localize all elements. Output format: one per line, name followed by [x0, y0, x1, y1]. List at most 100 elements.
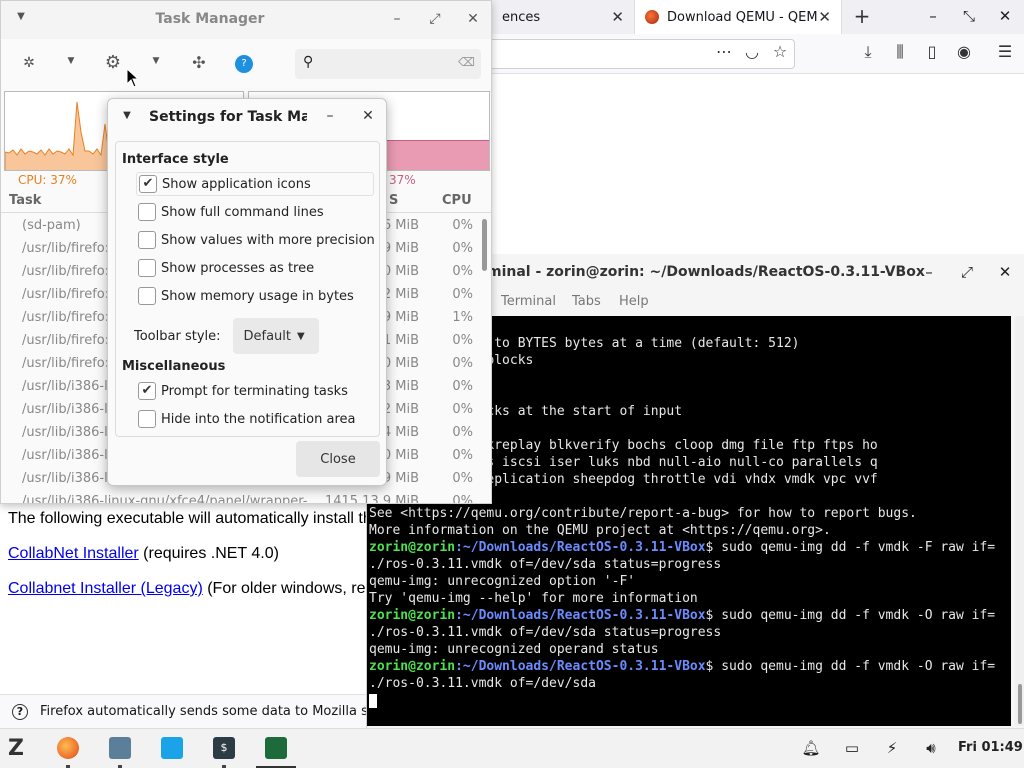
settings-checkbox[interactable]: Show processes as tree: [138, 256, 314, 280]
notification-bell-icon[interactable]: 🔔︎: [801, 739, 821, 757]
clock[interactable]: Fri 01:49: [958, 740, 1023, 755]
gear-icon[interactable]: ⚙: [103, 52, 123, 73]
page-actions-icon[interactable]: ⋯: [713, 42, 735, 61]
menu-terminal[interactable]: Terminal: [501, 294, 556, 309]
mouse-pointer-icon: [126, 68, 138, 88]
task-manager-toolbar: ✲ ▼ ⚙ ▼ ✣ ? ⚲ ⌫: [1, 39, 491, 89]
chevron-down-icon[interactable]: ▼: [146, 56, 166, 66]
column-rss[interactable]: S: [389, 193, 398, 208]
checkbox[interactable]: [138, 231, 156, 249]
new-tab-button[interactable]: +: [850, 4, 874, 28]
checkbox[interactable]: ✔: [138, 382, 156, 400]
menu-tabs[interactable]: Tabs: [572, 294, 601, 309]
checkbox[interactable]: [138, 287, 156, 305]
menu-icon[interactable]: ☰: [994, 42, 1016, 61]
settings-title-bar[interactable]: ▼ Settings for Task Manager – ✕: [108, 99, 386, 135]
close-icon[interactable]: ✕: [611, 8, 624, 26]
prompt-user: zorin@zorin: [369, 608, 456, 623]
settings-checkbox[interactable]: Show full command lines: [138, 200, 324, 224]
settings-checkbox[interactable]: Hide into the notification area: [138, 407, 356, 431]
page-line-legacy: Collabnet Installer (Legacy) (For older …: [8, 580, 365, 598]
settings-checkbox[interactable]: Show values with more precision: [138, 228, 375, 252]
settings-checkbox[interactable]: ✔ Show application icons: [136, 172, 374, 196]
crosshair-icon[interactable]: ✣: [189, 53, 209, 72]
downloads-icon[interactable]: ⤓: [857, 42, 879, 62]
pocket-icon[interactable]: ◡: [741, 42, 763, 61]
close-icon[interactable]: ✕: [818, 8, 831, 26]
task-name: /usr/lib/firefo:: [22, 310, 110, 325]
account-icon[interactable]: ◉: [953, 42, 975, 61]
workspace-icon[interactable]: ▭: [842, 739, 862, 757]
search-icon: ⚲: [303, 54, 314, 70]
section-miscellaneous: Miscellaneous: [122, 359, 226, 374]
maximize-icon[interactable]: ⤢: [425, 11, 445, 27]
close-icon[interactable]: ✕: [995, 263, 1015, 281]
settings-checkbox[interactable]: Show memory usage in bytes: [138, 284, 354, 308]
settings-checkbox[interactable]: ✔ Prompt for terminating tasks: [138, 379, 348, 403]
restore-icon[interactable]: ⤡: [959, 7, 979, 25]
checkbox[interactable]: [138, 410, 156, 428]
close-icon[interactable]: ✕: [358, 108, 378, 124]
collabnet-installer-link[interactable]: CollabNet Installer: [8, 545, 139, 562]
cpu-value: 0%: [452, 241, 473, 256]
settings-dialog: ▼ Settings for Task Manager – ✕ Interfac…: [107, 98, 387, 486]
checkbox-label: Show processes as tree: [161, 260, 315, 276]
prompt-user: zorin@zorin: [369, 540, 456, 555]
terminal-line: [367, 692, 1011, 709]
scrollbar-thumb[interactable]: [482, 219, 487, 271]
checkbox-label: Prompt for terminating tasks: [161, 383, 348, 399]
minimize-icon[interactable]: –: [923, 7, 943, 25]
software-store-icon[interactable]: [161, 737, 183, 759]
column-cpu[interactable]: CPU: [442, 193, 472, 208]
close-icon[interactable]: ✕: [463, 11, 483, 27]
help-icon[interactable]: ?: [235, 55, 253, 73]
minimize-icon[interactable]: –: [387, 11, 407, 27]
process-options-icon[interactable]: ✲: [19, 55, 39, 71]
scrollbar-thumb[interactable]: [1018, 684, 1022, 724]
checkbox[interactable]: ✔: [139, 175, 157, 193]
column-task[interactable]: Task: [9, 193, 41, 208]
task-manager-icon[interactable]: [265, 737, 287, 759]
power-icon[interactable]: ⚡: [882, 739, 902, 757]
dialog-title: Settings for Task Manager: [149, 109, 307, 125]
toolbar-style-select[interactable]: Default ▼: [232, 318, 319, 354]
cpu-value: 0%: [452, 287, 473, 302]
close-button[interactable]: Close: [296, 441, 380, 477]
command-text: $ sudo qemu-img dd -f vmdk -F raw if=: [705, 540, 996, 555]
bookmark-star-icon[interactable]: ☆: [769, 42, 791, 61]
tab-label: Download QEMU - QEM: [667, 9, 817, 25]
cpu-value: 0%: [452, 356, 473, 371]
search-input[interactable]: ⚲ ⌫: [295, 49, 481, 79]
terminal-scrollbar[interactable]: [1015, 316, 1024, 726]
sidebar-icon[interactable]: ▯: [921, 42, 943, 61]
library-icon[interactable]: ⫼: [889, 42, 911, 62]
task-manager-title-bar[interactable]: ▼ Task Manager – ⤢ ✕: [1, 1, 491, 39]
firefox-icon[interactable]: [57, 737, 79, 759]
window-menu-icon[interactable]: ▼: [117, 110, 137, 121]
minimize-icon[interactable]: –: [919, 263, 939, 281]
volume-icon[interactable]: 🔊︎: [921, 739, 941, 757]
zorin-menu-icon[interactable]: Z: [8, 736, 24, 761]
task-name: /usr/lib/firefo:: [22, 241, 110, 256]
cpu-value: 0%: [452, 264, 473, 279]
maximize-icon[interactable]: ⤢: [957, 263, 977, 281]
terminal-line: ./ros-0.3.11.vmdk of=/dev/sda: [369, 676, 596, 691]
close-icon[interactable]: ✕: [995, 7, 1015, 25]
tab-preferences[interactable]: ences ✕: [492, 0, 634, 34]
clear-search-icon[interactable]: ⌫: [458, 55, 475, 69]
menu-help[interactable]: Help: [619, 294, 649, 309]
checkbox[interactable]: [138, 259, 156, 277]
cpu-usage-label: CPU: 37%: [18, 173, 77, 187]
cpu-value: 0%: [452, 425, 473, 440]
chevron-down-icon[interactable]: ▼: [61, 56, 81, 66]
table-scrollbar[interactable]: [479, 219, 489, 503]
terminal-icon[interactable]: $: [213, 737, 235, 759]
collabnet-legacy-link[interactable]: Collabnet Installer (Legacy): [8, 580, 203, 597]
minimize-icon[interactable]: –: [320, 108, 340, 124]
tab-download-qemu[interactable]: Download QEMU - QEM ✕: [634, 0, 842, 34]
window-title: Task Manager: [155, 11, 265, 27]
rss-value: 1415 13.9 MiB: [324, 494, 419, 504]
checkbox[interactable]: [138, 203, 156, 221]
table-row[interactable]: /usr/lib/i386-linux-gnu/xfce4/panel/wrap…: [1, 491, 479, 504]
files-icon[interactable]: [109, 737, 131, 759]
